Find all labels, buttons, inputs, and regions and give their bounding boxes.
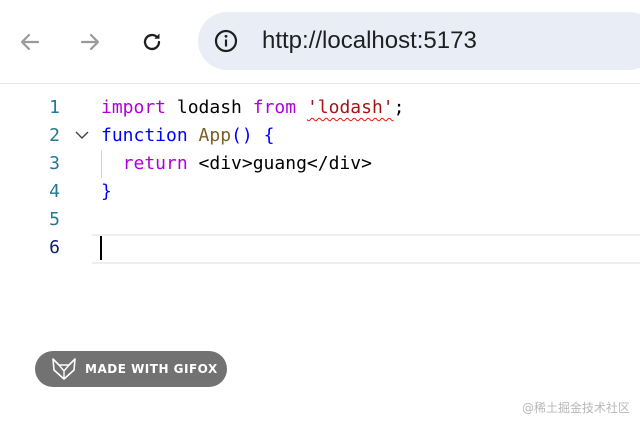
code-line[interactable]: 5 xyxy=(0,206,640,234)
code-token: } xyxy=(101,181,112,202)
code-text: function App() { xyxy=(101,122,274,150)
code-token: ; xyxy=(393,97,405,118)
code-line[interactable]: 6 xyxy=(0,234,640,262)
code-text: import lodash from 'lodash'; xyxy=(101,94,404,122)
watermark: @稀土掘金技术社区 xyxy=(521,401,630,415)
line-number: 2 xyxy=(49,125,60,146)
code-token: 'lodash' xyxy=(306,97,394,118)
code-text: } xyxy=(101,178,112,206)
code-token: App xyxy=(198,125,232,146)
fox-logo-icon xyxy=(52,358,76,380)
code-text: return <div>guang</div> xyxy=(101,150,372,178)
code-token: () { xyxy=(231,125,275,146)
gifox-badge-label: MADE WITH GIFOX xyxy=(85,362,218,376)
line-number: 6 xyxy=(49,237,60,258)
code-token: function xyxy=(101,125,188,146)
line-number: 5 xyxy=(49,209,60,230)
back-button[interactable] xyxy=(13,22,47,62)
url-text[interactable]: http://localhost:5173 xyxy=(262,27,477,55)
line-number: 4 xyxy=(49,181,60,202)
code-line[interactable]: 4} xyxy=(0,178,640,206)
code-token: import xyxy=(101,97,167,118)
code-token: from xyxy=(252,97,297,118)
reload-icon xyxy=(143,33,161,51)
code-token: <div>guang</div> xyxy=(187,153,372,174)
code-line[interactable]: 2 function App() { xyxy=(0,122,640,150)
info-icon[interactable] xyxy=(214,29,238,53)
reload-button[interactable] xyxy=(135,22,169,62)
browser-toolbar: http://localhost:5173 xyxy=(0,0,640,84)
arrow-right-icon xyxy=(80,33,100,51)
line-number: 3 xyxy=(49,153,60,174)
forward-button[interactable] xyxy=(73,22,107,62)
line-number: 1 xyxy=(49,97,60,118)
code-line[interactable]: 1 import lodash from 'lodash'; xyxy=(0,94,640,122)
address-bar[interactable]: http://localhost:5173 xyxy=(198,12,640,70)
code-token: lodash xyxy=(166,97,253,118)
code-line[interactable]: 3 return <div>guang</div> xyxy=(0,150,640,178)
code-token: return xyxy=(101,153,188,174)
gifox-badge: MADE WITH GIFOX xyxy=(35,351,227,387)
arrow-left-icon xyxy=(20,33,40,51)
text-cursor xyxy=(100,236,102,260)
